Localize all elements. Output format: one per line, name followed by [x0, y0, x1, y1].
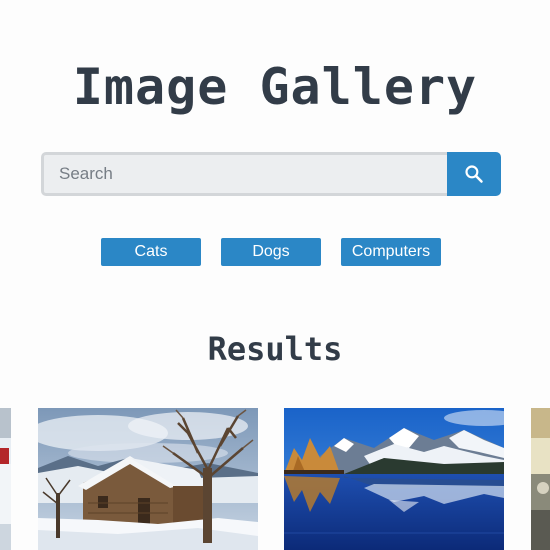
partial-left-image[interactable] [0, 408, 11, 550]
partial-right-image[interactable] [531, 408, 550, 550]
page-title: Image Gallery [72, 58, 478, 116]
results-heading: Results [207, 330, 343, 368]
results-carousel[interactable] [0, 408, 550, 550]
tag-buttons: Cats Dogs Computers [101, 238, 441, 266]
mountain-lake-image[interactable] [284, 408, 504, 550]
search-bar [41, 152, 501, 196]
winter-cabin-image[interactable] [38, 408, 258, 550]
search-icon [465, 165, 483, 183]
tag-computers-button[interactable]: Computers [341, 238, 441, 266]
tag-cats-button[interactable]: Cats [101, 238, 201, 266]
tag-dogs-button[interactable]: Dogs [221, 238, 321, 266]
search-button[interactable] [447, 152, 501, 196]
search-input[interactable] [41, 152, 447, 196]
